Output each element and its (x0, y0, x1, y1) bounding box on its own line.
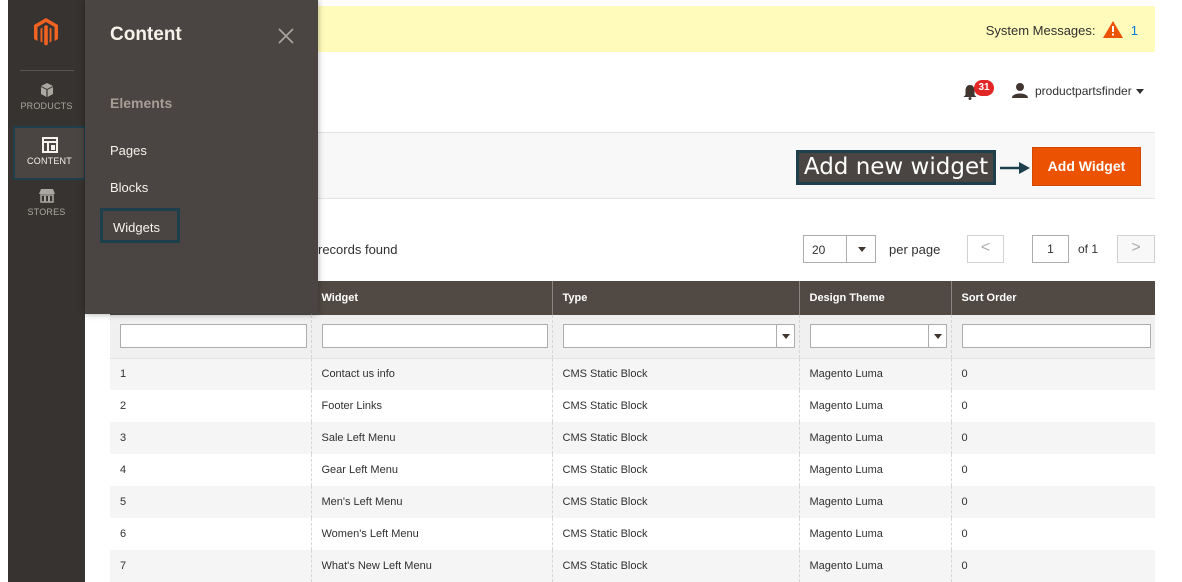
add-widget-callout: Add new widget (796, 150, 996, 185)
nav-divider (20, 70, 74, 71)
nav-item-products[interactable]: PRODUCTS (8, 82, 85, 122)
select-divider (846, 236, 847, 262)
flyout-title: Content (110, 24, 182, 45)
cell-sort-order: 0 (950, 550, 1155, 582)
filter-sort-order-input[interactable] (961, 324, 1151, 349)
table-row[interactable]: 4 Gear Left Menu CMS Static Block Magento L… (110, 454, 1155, 486)
column-header-sort-order[interactable]: Sort Order (950, 281, 1155, 315)
admin-sidebar: PRODUCTS CONTENT STORES (8, 0, 86, 582)
cell-design-theme: Magento Luma (798, 390, 951, 422)
filter-type-select[interactable] (562, 324, 795, 349)
cell-design-theme: Magento Luma (798, 486, 951, 518)
cell-widget: Footer Links (310, 390, 552, 422)
cell-design-theme: Magento Luma (798, 358, 951, 390)
cell-id: 1 (110, 358, 311, 390)
cell-type: CMS Static Block (551, 358, 799, 390)
cell-widget: Gear Left Menu (310, 454, 552, 486)
filter-design-theme-select[interactable] (809, 324, 947, 349)
notifications-badge[interactable]: 31 (974, 80, 994, 96)
table-row[interactable]: 7 What's New Left Menu CMS Static Block Mag… (110, 550, 1155, 582)
nav-item-label: PRODUCTS (20, 101, 73, 111)
cell-sort-order: 0 (950, 422, 1155, 454)
cell-type: CMS Static Block (551, 454, 799, 486)
cell-id: 4 (110, 454, 311, 486)
user-icon[interactable] (1012, 82, 1028, 98)
user-account-name[interactable]: productpartsfinder (1035, 84, 1132, 98)
cell-widget: Sale Left Menu (310, 422, 552, 454)
system-messages-label: System Messages: (985, 23, 1096, 38)
arrow-right-icon (1000, 162, 1030, 174)
cell-type: CMS Static Block (551, 390, 799, 422)
previous-page-button[interactable]: < (967, 235, 1004, 263)
nav-item-content[interactable]: CONTENT (13, 126, 86, 180)
cell-sort-order: 0 (950, 390, 1155, 422)
page-total: of 1 (1078, 242, 1099, 256)
nav-item-label: STORES (27, 207, 66, 217)
cell-id: 2 (110, 390, 311, 422)
cell-widget: Women's Left Menu (310, 518, 552, 550)
per-page-value: 20 (812, 243, 826, 257)
cell-id: 5 (110, 486, 311, 518)
grid-filter-row (110, 315, 1155, 359)
cell-design-theme: Magento Luma (798, 454, 951, 486)
cell-type: CMS Static Block (551, 422, 799, 454)
flyout-link-pages[interactable]: Pages (110, 143, 147, 158)
flyout-section-elements: Elements (110, 95, 173, 111)
per-page-label: per page (889, 242, 941, 257)
table-row[interactable]: 5 Men's Left Menu CMS Static Block Magento … (110, 486, 1155, 518)
flyout-link-blocks[interactable]: Blocks (110, 180, 148, 195)
cell-id: 3 (110, 422, 311, 454)
next-page-button[interactable]: > (1117, 235, 1155, 263)
page-number-input[interactable]: 1 (1032, 235, 1069, 263)
widgets-grid: Widget Type Design Theme Sort Order 1 Con… (110, 281, 1155, 582)
cell-type: CMS Static Block (551, 486, 799, 518)
cell-widget: Contact us info (310, 358, 552, 390)
chevron-down-icon (775, 325, 794, 348)
nav-item-label: CONTENT (27, 156, 72, 166)
cell-sort-order: 0 (950, 454, 1155, 486)
close-icon[interactable] (276, 26, 296, 46)
chevron-down-icon (858, 247, 866, 252)
cell-design-theme: Magento Luma (798, 518, 951, 550)
cell-type: CMS Static Block (551, 550, 799, 582)
cell-id: 7 (110, 550, 311, 582)
system-messages-bar: System Messages: 1 (318, 6, 1155, 52)
cell-sort-order: 0 (950, 518, 1155, 550)
table-row[interactable]: 1 Contact us info CMS Static Block Magento … (110, 358, 1155, 390)
column-header-widget[interactable]: Widget (310, 281, 552, 315)
table-row[interactable]: 6 Women's Left Menu CMS Static Block Magent… (110, 518, 1155, 550)
add-widget-button[interactable]: Add Widget (1032, 147, 1141, 186)
filter-widget-input[interactable] (321, 324, 548, 349)
cell-sort-order: 0 (950, 486, 1155, 518)
store-icon (38, 189, 55, 203)
cell-sort-order: 0 (950, 358, 1155, 390)
system-messages[interactable]: System Messages: 1 (986, 21, 1138, 38)
filter-id-input[interactable] (120, 324, 307, 349)
content-flyout-menu: Content Elements Pages Blocks Widgets (85, 0, 318, 314)
chevron-down-icon (927, 325, 946, 348)
cube-icon (40, 83, 53, 97)
per-page-select[interactable]: 20 (803, 235, 876, 263)
cell-widget: Men's Left Menu (310, 486, 552, 518)
cell-widget: What's New Left Menu (310, 550, 552, 582)
records-found-text: records found (318, 242, 398, 257)
system-messages-count: 1 (1130, 23, 1138, 38)
table-row[interactable]: 2 Footer Links CMS Static Block Magento Lum… (110, 390, 1155, 422)
cell-id: 6 (110, 518, 311, 550)
chevron-down-icon[interactable] (1136, 89, 1144, 94)
cell-design-theme: Magento Luma (798, 422, 951, 454)
table-row[interactable]: 3 Sale Left Menu CMS Static Block Magento L… (110, 422, 1155, 454)
magento-logo-icon[interactable] (34, 18, 58, 46)
cell-type: CMS Static Block (551, 518, 799, 550)
column-header-type[interactable]: Type (551, 281, 799, 315)
flyout-link-widgets[interactable]: Widgets (100, 208, 180, 243)
cell-design-theme: Magento Luma (798, 550, 951, 582)
warning-icon (1103, 21, 1124, 38)
column-header-design-theme[interactable]: Design Theme (798, 281, 951, 315)
nav-item-stores[interactable]: STORES (8, 188, 85, 228)
layout-icon (41, 137, 58, 153)
